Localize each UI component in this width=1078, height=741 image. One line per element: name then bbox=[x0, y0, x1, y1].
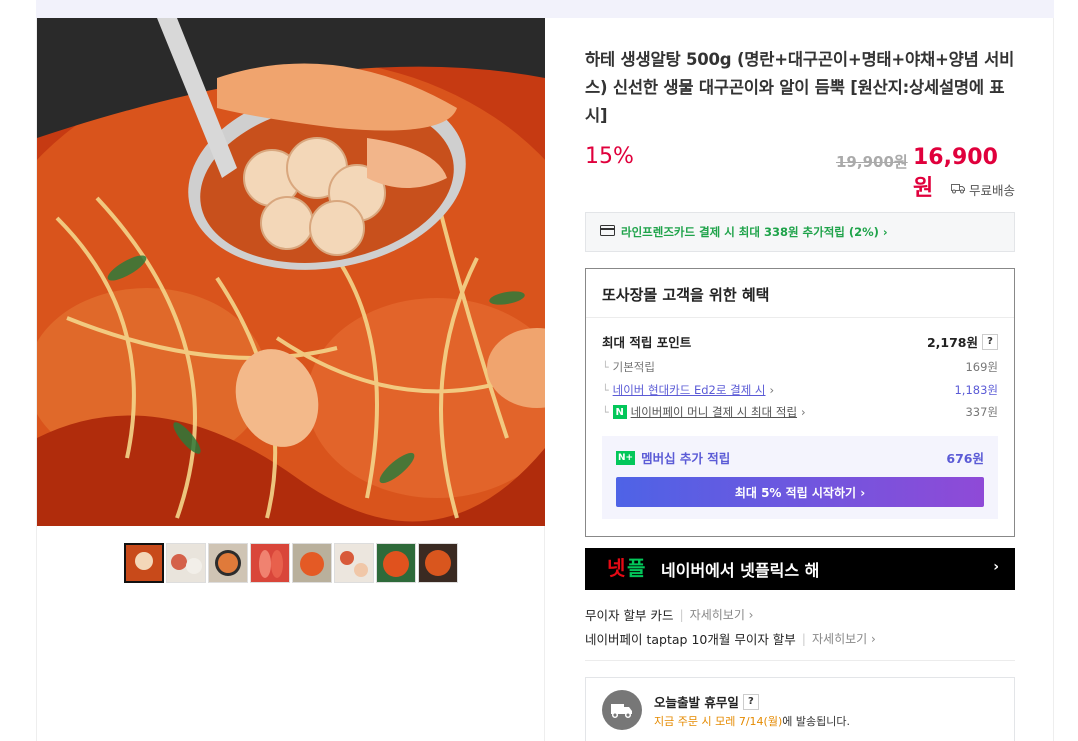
thumbnail-2[interactable] bbox=[166, 543, 206, 583]
membership-section: N+ 멤버십 추가 적립 676원 최대 5% 적립 시작하기 › bbox=[602, 436, 998, 519]
netflix-logo-icon: 넷플 bbox=[605, 554, 651, 584]
chevron-right-icon: › bbox=[993, 559, 999, 575]
points-row-npay: └ N 네이버페이 머니 결제 시 최대 적립 › 337원 bbox=[602, 404, 998, 420]
details-link[interactable]: 자세히보기 › bbox=[690, 606, 754, 623]
truck-icon bbox=[950, 182, 965, 197]
points-link[interactable]: 네이버페이 머니 결제 시 최대 적립 bbox=[631, 404, 797, 420]
delivery-subtitle: 지금 주문 시 모레 7/14(월)에 발송됩니다. bbox=[654, 713, 850, 729]
points-row-card: └ 네이버 현대카드 Ed2로 결제 시 › 1,183원 bbox=[602, 382, 998, 398]
chevron-right-icon: › bbox=[801, 405, 806, 419]
delivery-title: 오늘출발 휴무일 bbox=[654, 695, 739, 710]
max-points-label: 최대 적립 포인트 bbox=[602, 335, 692, 350]
divider: | bbox=[801, 631, 807, 646]
card-promo-banner[interactable]: 라인프렌즈카드 결제 시 최대 338원 추가적립 (2%) › bbox=[585, 212, 1015, 252]
interest-free-row: 무이자 할부 카드 | 자세히보기 › bbox=[585, 605, 754, 624]
benefit-title: 또사장몰 고객을 위한 혜택 bbox=[602, 286, 770, 304]
interest-label: 무이자 할부 카드 bbox=[585, 608, 674, 623]
points-value: 169원 bbox=[965, 360, 998, 374]
max-points-value: 2,178원 bbox=[926, 335, 978, 350]
help-button[interactable]: ? bbox=[982, 333, 998, 350]
shipping-label: 무료배송 bbox=[968, 183, 1015, 198]
thumbnail-4[interactable] bbox=[250, 543, 290, 583]
delivery-title-row: 오늘출발 휴무일 ? bbox=[654, 692, 759, 711]
points-row-basic: └ 기본적립 169원 bbox=[602, 359, 998, 375]
thumbnail-8[interactable] bbox=[418, 543, 458, 583]
membership-start-button[interactable]: 최대 5% 적립 시작하기 › bbox=[616, 477, 984, 507]
thumbnail-1[interactable] bbox=[124, 543, 164, 583]
delivery-info-box: 오늘출발 휴무일 ? 지금 주문 시 모레 7/14(월)에 발송됩니다. bbox=[585, 677, 1015, 741]
netflix-banner[interactable]: 넷플 네이버에서 넷플릭스 해 › bbox=[585, 548, 1015, 590]
naver-plus-icon: N+ bbox=[616, 450, 636, 465]
credit-card-icon bbox=[600, 225, 615, 239]
points-value: 1,183원 bbox=[954, 383, 998, 397]
npay-icon: N bbox=[612, 405, 627, 419]
right-divider bbox=[1053, 18, 1054, 741]
branch-icon: └ bbox=[602, 360, 609, 374]
svg-text:넷: 넷 bbox=[607, 556, 625, 580]
divider bbox=[586, 317, 1014, 318]
membership-label: 멤버십 추가 적립 bbox=[641, 451, 731, 466]
details-link[interactable]: 자세히보기 › bbox=[812, 630, 876, 647]
original-price: 19,900원 bbox=[836, 153, 908, 171]
shipping-info: 무료배송 bbox=[950, 180, 1015, 199]
benefit-box: 또사장몰 고객을 위한 혜택 최대 적립 포인트 2,178원 ? └ 기본적립 … bbox=[585, 268, 1015, 537]
delivery-truck-icon bbox=[602, 690, 642, 730]
card-promo-text: 라인프렌즈카드 결제 시 최대 338원 추가적립 (2%) › bbox=[621, 225, 888, 239]
membership-value: 676원 bbox=[946, 451, 984, 466]
interest-free-row: 네이버페이 taptap 10개월 무이자 할부 | 자세히보기 › bbox=[585, 629, 876, 648]
branch-icon: └ bbox=[602, 405, 609, 419]
chevron-right-icon: › bbox=[769, 383, 775, 397]
thumbnail-3[interactable] bbox=[208, 543, 248, 583]
thumbnail-5[interactable] bbox=[292, 543, 332, 583]
product-title: 하테 생생알탕 500g (명란+대구곤이+명태+야채+양념 서비스) 신선한 … bbox=[585, 50, 1015, 125]
divider: | bbox=[679, 607, 684, 622]
thumbnail-strip bbox=[124, 543, 458, 583]
points-value: 337원 bbox=[965, 405, 998, 419]
thumbnail-7[interactable] bbox=[376, 543, 416, 583]
product-gallery bbox=[36, 18, 545, 741]
netflix-banner-text: 네이버에서 넷플릭스 해 bbox=[661, 561, 820, 580]
svg-text:플: 플 bbox=[627, 556, 645, 580]
thumbnail-6[interactable] bbox=[334, 543, 374, 583]
interest-label: 네이버페이 taptap 10개월 무이자 할부 bbox=[585, 632, 796, 647]
divider bbox=[585, 660, 1015, 661]
points-label: 기본적립 bbox=[612, 360, 655, 374]
delivery-suffix: 에 발송됩니다. bbox=[782, 715, 850, 728]
help-button[interactable]: ? bbox=[742, 693, 759, 710]
branch-icon: └ bbox=[602, 383, 609, 397]
discount-rate: 15% bbox=[585, 144, 634, 169]
points-link[interactable]: 네이버 현대카드 Ed2로 결제 시 bbox=[613, 382, 766, 398]
max-points-row: 최대 적립 포인트 2,178원 ? bbox=[602, 332, 998, 351]
top-band bbox=[36, 0, 1054, 18]
main-product-image[interactable] bbox=[37, 18, 545, 526]
delivery-highlight: 지금 주문 시 모레 7/14(월) bbox=[654, 715, 783, 728]
